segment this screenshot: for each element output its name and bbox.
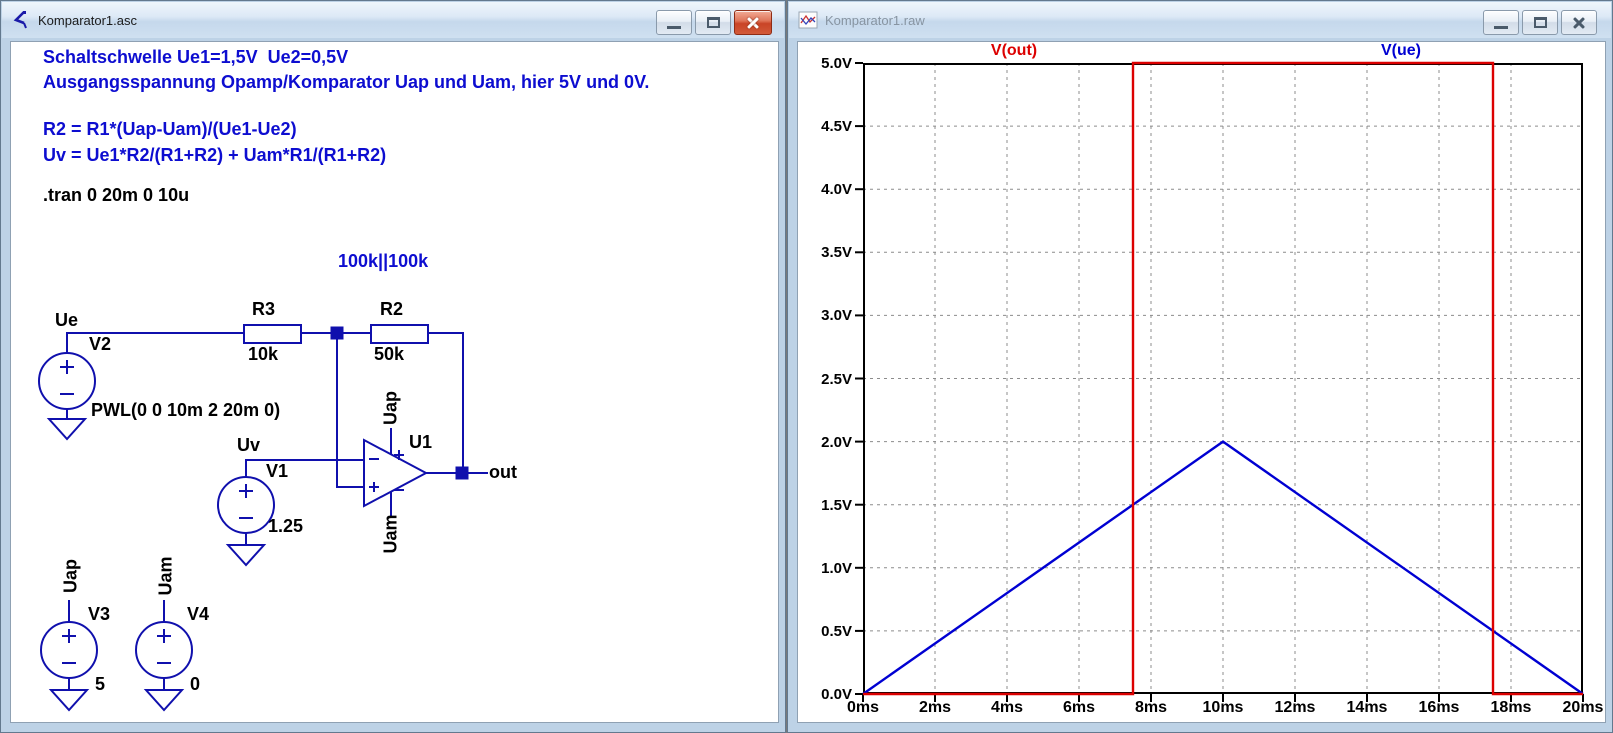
x-axis-label: 16ms <box>1418 699 1460 716</box>
v1-value[interactable]: 1.25 <box>268 516 303 537</box>
source-v4[interactable] <box>135 600 193 690</box>
resistor-r2[interactable] <box>370 324 429 344</box>
comment-thresholds: Schaltschwelle Ue1=1,5V Ue2=0,5V <box>43 47 349 67</box>
x-axis-label: 14ms <box>1346 699 1388 716</box>
x-axis-label: 18ms <box>1490 699 1532 716</box>
v2-value[interactable]: PWL(0 0 10m 2 20m 0) <box>91 400 280 421</box>
x-axis-label: 8ms <box>1134 699 1168 716</box>
legend-trace-vout[interactable]: V(out) <box>949 42 1079 61</box>
comment-formula-r2: R2 = R1*(Uap-Uam)/(Ue1-Ue2) <box>43 119 297 139</box>
y-axis-label: 0.5V <box>821 622 852 640</box>
window-title: Komparator1.asc <box>38 12 137 28</box>
y-axis-label: 1.5V <box>821 496 852 514</box>
v2-name[interactable]: V2 <box>89 334 111 355</box>
v4-net-uam[interactable]: Uam <box>156 556 177 595</box>
comment-formula-uv: Uv = Ue1*R2/(R1+R2) + Uam*R1/(R1+R2) <box>43 145 387 165</box>
y-axis-label: 4.5V <box>821 118 852 136</box>
spice-directive[interactable]: .tran 0 20m 0 10u <box>43 185 189 206</box>
window-title: Komparator1.raw <box>825 12 925 28</box>
v1-name[interactable]: V1 <box>266 461 288 482</box>
v3-name[interactable]: V3 <box>88 604 110 625</box>
close-button[interactable] <box>1561 10 1597 35</box>
ground-v3[interactable] <box>48 689 90 712</box>
y-axis-label: 3.5V <box>821 244 852 262</box>
schematic-drawing <box>38 324 488 712</box>
y-axis-label: 2.5V <box>821 370 852 388</box>
schematic-window: Komparator1.asc Schaltschwelle Ue1=1,5V … <box>0 0 786 733</box>
waveform-plot <box>855 61 1584 702</box>
minimize-button[interactable] <box>1483 10 1519 35</box>
junction-output-node[interactable] <box>455 466 469 480</box>
resistor-r3[interactable] <box>243 324 302 344</box>
source-v2[interactable] <box>38 352 96 419</box>
y-axis-label: 5.0V <box>821 55 852 72</box>
y-axis-label: 3.0V <box>821 307 852 325</box>
net-label-ue[interactable]: Ue <box>55 310 78 331</box>
ground-v1[interactable] <box>225 544 267 567</box>
u1-name[interactable]: U1 <box>409 432 432 453</box>
maximize-button[interactable] <box>1522 10 1558 35</box>
net-label-uv[interactable]: Uv <box>237 435 260 456</box>
y-axis-label: 2.0V <box>821 433 852 451</box>
maximize-button[interactable] <box>695 10 731 35</box>
r2-value[interactable]: 50k <box>374 344 404 365</box>
junction-feedback-node[interactable] <box>330 326 344 340</box>
ltspice-waveform-icon[interactable] <box>798 10 818 30</box>
plot-area[interactable] <box>855 61 1584 702</box>
ground-v2[interactable] <box>46 418 88 441</box>
r3-value[interactable]: 10k <box>248 344 278 365</box>
u1-rail-uap[interactable]: Uap <box>381 391 402 425</box>
r2-name[interactable]: R2 <box>380 299 403 320</box>
x-axis-label: 10ms <box>1202 699 1244 716</box>
x-axis-label: 0ms <box>846 699 880 716</box>
x-axis-label: 20ms <box>1562 699 1604 716</box>
y-axis-label: 1.0V <box>821 559 852 577</box>
v4-value[interactable]: 0 <box>190 674 200 695</box>
comment-parallel: 100k||100k <box>338 251 429 271</box>
comment-output-levels: Ausgangsspannung Opamp/Komparator Uap un… <box>43 72 650 92</box>
y-axis-label: 4.0V <box>821 181 852 199</box>
net-label-out[interactable]: out <box>489 462 517 483</box>
x-axis-label: 12ms <box>1274 699 1316 716</box>
legend-trace-vue[interactable]: V(ue) <box>1336 42 1466 61</box>
v4-name[interactable]: V4 <box>187 604 209 625</box>
wire-node-to-plus-input[interactable] <box>336 339 364 488</box>
schematic-canvas[interactable]: Schaltschwelle Ue1=1,5V Ue2=0,5V Ausgang… <box>10 41 779 723</box>
source-v1[interactable] <box>217 476 275 545</box>
close-button[interactable] <box>734 10 772 35</box>
wire-uv[interactable] <box>245 459 364 477</box>
waveform-window: Komparator1.raw V(out) V(ue) 0.0V 0.5V 1.0… <box>787 0 1613 733</box>
ltspice-schematic-icon[interactable] <box>11 10 31 30</box>
u1-rail-uam[interactable]: Uam <box>381 514 402 553</box>
waveform-pane[interactable]: V(out) V(ue) 0.0V 0.5V 1.0V 1.5V 2.0V 2.5V 3.0… <box>797 41 1606 723</box>
x-axis-label: 4ms <box>990 699 1024 716</box>
ground-v4[interactable] <box>143 689 185 712</box>
minimize-button[interactable] <box>656 10 692 35</box>
v3-value[interactable]: 5 <box>95 674 105 695</box>
r3-name[interactable]: R3 <box>252 299 275 320</box>
x-axis-label: 2ms <box>918 699 952 716</box>
v3-net-uap[interactable]: Uap <box>61 559 82 593</box>
x-axis-label: 6ms <box>1062 699 1096 716</box>
wire-feedback[interactable] <box>428 332 464 473</box>
